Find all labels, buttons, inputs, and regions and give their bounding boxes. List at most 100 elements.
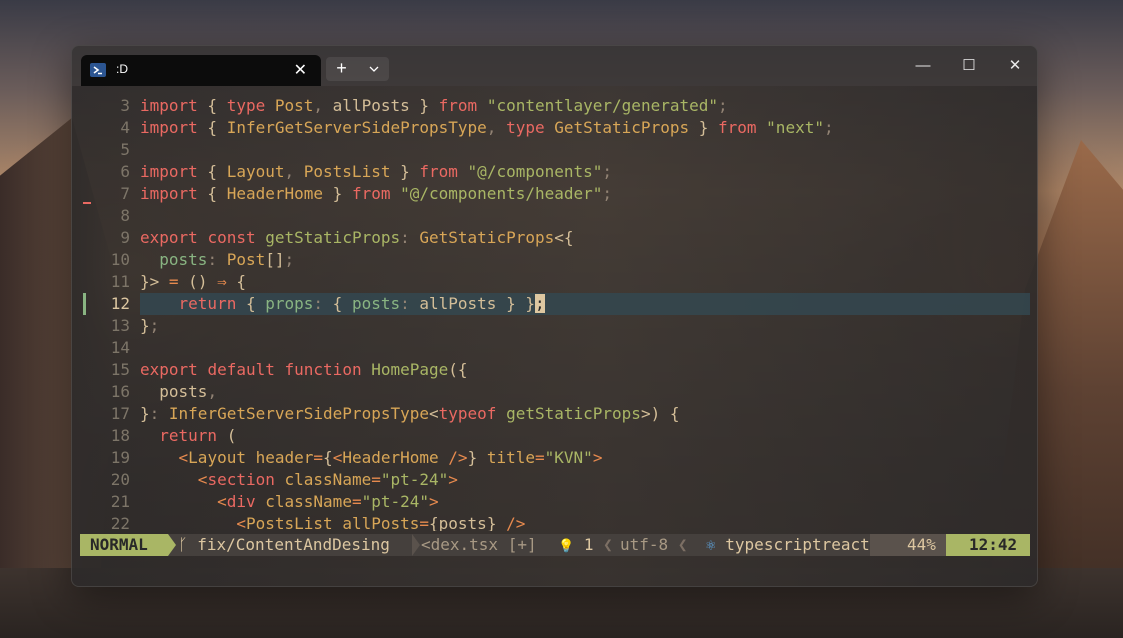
diff-changed-marker	[83, 293, 86, 315]
code-token: (	[217, 426, 237, 445]
code-token: ;	[602, 162, 613, 181]
code-token: GetStaticProps	[419, 228, 555, 247]
code-token: ,	[313, 96, 333, 115]
code-token: :	[149, 404, 169, 423]
line-number: 11	[110, 272, 130, 291]
code-text: return (	[140, 425, 236, 447]
code-line[interactable]: 19 <Layout header={<HeaderHome />} title…	[72, 447, 1037, 469]
code-text: return { props: { posts: allPosts } };	[140, 293, 545, 315]
git-branch-icon: ᚴ	[178, 535, 188, 554]
code-editor[interactable]: 3 import { type Post, allPosts } from "co…	[72, 95, 1037, 531]
code-token: {	[197, 96, 227, 115]
tab-dropdown-button[interactable]	[358, 57, 389, 81]
line-number: 14	[110, 338, 130, 357]
code-token: ,	[486, 118, 507, 137]
code-token: }>	[140, 272, 169, 291]
code-token: >	[448, 470, 458, 489]
code-line[interactable]: 20 <section className="pt-24">	[72, 469, 1037, 491]
code-line[interactable]: 7 import { HeaderHome } from "@/component…	[72, 183, 1037, 205]
code-token: {posts}	[429, 514, 507, 531]
code-token: PostsList	[303, 162, 391, 181]
code-token: =	[535, 448, 545, 467]
code-token: }	[323, 184, 352, 203]
code-token: <	[178, 448, 189, 467]
code-token: function	[284, 360, 362, 379]
code-line[interactable]: 12 return { props: { posts: allPosts } }…	[72, 293, 1037, 315]
code-line[interactable]: 11}> = () ⇒ {	[72, 271, 1037, 293]
code-line[interactable]: 21 <div className="pt-24">	[72, 491, 1037, 513]
status-line: NORMAL ᚴ fix/ContentAndDesing <dex.tsx […	[80, 534, 1030, 556]
line-number: 12	[110, 294, 130, 313]
code-text: <Layout header={<HeaderHome />} title="K…	[140, 447, 603, 469]
code-token: ;	[149, 316, 160, 335]
git-branch-name: fix/ContentAndDesing	[197, 535, 390, 554]
powershell-icon	[90, 63, 106, 77]
code-token: <	[332, 448, 343, 467]
code-token: }	[140, 316, 150, 335]
code-token: allPosts	[342, 514, 420, 531]
code-line[interactable]: 10 posts: Post[];	[72, 249, 1037, 271]
line-number: 7	[120, 184, 130, 203]
code-token: posts	[351, 294, 401, 313]
code-token: import	[140, 96, 198, 115]
line-number: 5	[120, 140, 130, 159]
code-line[interactable]: 8	[72, 205, 1037, 227]
code-line[interactable]: 4 import { InferGetServerSidePropsType, t…	[72, 117, 1037, 139]
maximize-button[interactable]: ☐	[946, 52, 992, 80]
code-token: InferGetServerSidePropsType	[168, 404, 429, 423]
code-text: }: InferGetServerSidePropsType<typeof ge…	[140, 403, 679, 425]
code-token: Post	[274, 96, 314, 115]
code-token: default	[207, 360, 275, 379]
line-number: 18	[110, 426, 130, 445]
title-bar[interactable]: :D ✕ + — ☐ ✕	[72, 46, 1037, 86]
minimize-button[interactable]: —	[900, 52, 946, 80]
code-token: <	[197, 470, 208, 489]
code-line[interactable]: 13};	[72, 315, 1037, 337]
code-line[interactable]: 5	[72, 139, 1037, 161]
line-number: 15	[110, 360, 130, 379]
code-token: export	[140, 360, 198, 379]
line-number: 10	[110, 250, 130, 269]
code-token: {	[236, 294, 266, 313]
code-line[interactable]: 17}: InferGetServerSidePropsType<typeof …	[72, 403, 1037, 425]
git-branch: ᚴ fix/ContentAndDesing	[178, 534, 390, 556]
code-token: :	[313, 294, 333, 313]
code-line[interactable]: 18 return (	[72, 425, 1037, 447]
code-token: from	[438, 96, 478, 115]
code-token: props	[265, 294, 314, 313]
tab-close-icon[interactable]: ✕	[294, 60, 307, 80]
encoding: utf-8 ❮	[620, 535, 688, 554]
code-line[interactable]: 3 import { type Post, allPosts } from "co…	[72, 95, 1037, 117]
code-line[interactable]: 22 <PostsList allPosts={posts} />	[72, 513, 1037, 531]
code-token: >	[592, 448, 603, 467]
tab-powershell[interactable]: :D ✕	[81, 55, 321, 86]
code-text: posts: Post[];	[140, 249, 294, 271]
code-token: {	[197, 184, 227, 203]
code-token: {	[197, 162, 227, 181]
terminal-window: :D ✕ + — ☐ ✕ 3 import { type Post, allPos…	[71, 45, 1038, 587]
close-button[interactable]: ✕	[992, 52, 1037, 80]
code-line[interactable]: 6 import { Layout, PostsList } from "@/co…	[72, 161, 1037, 183]
code-line[interactable]: 14	[72, 337, 1037, 359]
code-token: :	[207, 250, 227, 269]
code-line[interactable]: 9 export const getStaticProps: GetStaticP…	[72, 227, 1037, 249]
scroll-percent: 44%	[907, 535, 936, 554]
code-line[interactable]: 15 export default function HomePage({	[72, 359, 1037, 381]
code-token: return	[178, 294, 237, 313]
code-line[interactable]: 16 posts,	[72, 381, 1037, 403]
code-text: export default function HomePage({	[140, 359, 468, 381]
new-tab-button[interactable]: +	[326, 57, 357, 81]
code-token: }	[390, 162, 420, 181]
